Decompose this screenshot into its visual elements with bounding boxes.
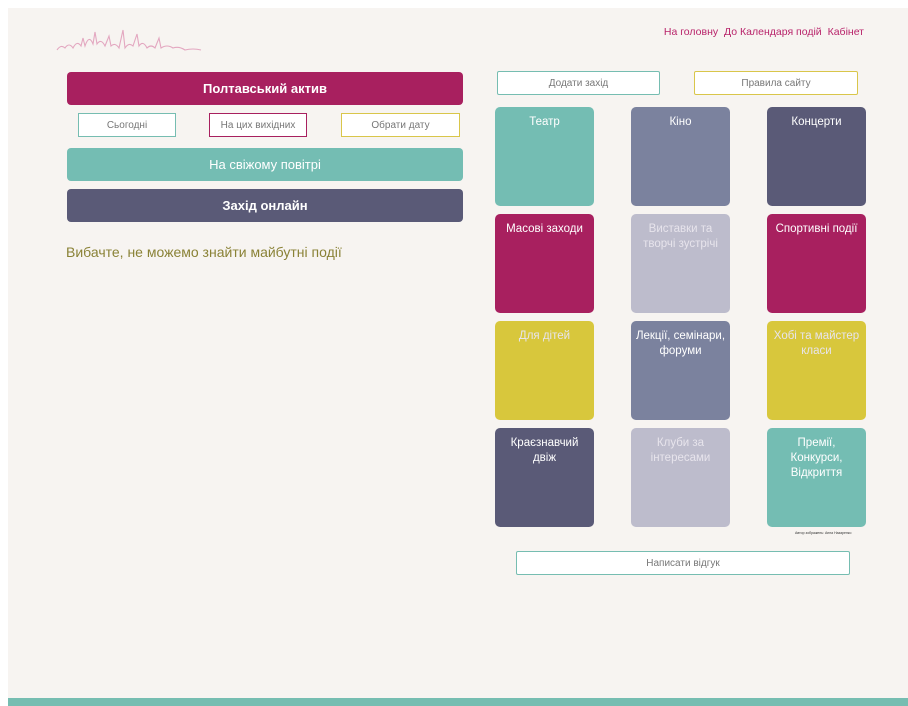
- category-tile[interactable]: Хобі та майстер класи: [767, 321, 866, 420]
- category-tile[interactable]: Виставки та творчі зустрічі: [631, 214, 730, 313]
- category-tile[interactable]: Кіно: [631, 107, 730, 206]
- filter-pick-date-button[interactable]: Обрати дату: [341, 113, 460, 137]
- add-event-button[interactable]: Додати захід: [497, 71, 660, 95]
- site-rules-button[interactable]: Правила сайту: [694, 71, 858, 95]
- category-tile[interactable]: Спортивні події: [767, 214, 866, 313]
- category-tile[interactable]: Премії, Конкурси, Відкриття: [767, 428, 866, 527]
- image-credit: Автор зображень: Анна Назаренко: [795, 531, 852, 535]
- city-skyline-logo[interactable]: [55, 26, 205, 54]
- online-event-button[interactable]: Захід онлайн: [67, 189, 463, 222]
- footer-bar: [8, 698, 908, 706]
- category-tile[interactable]: Краєзнавчий двіж: [495, 428, 594, 527]
- write-feedback-button[interactable]: Написати відгук: [516, 551, 850, 575]
- category-tile[interactable]: Концерти: [767, 107, 866, 206]
- nav-calendar-link[interactable]: До Календаря подій: [724, 26, 822, 38]
- top-navigation: На головну До Календаря подій Кабінет: [661, 26, 864, 38]
- filter-today-button[interactable]: Сьогодні: [78, 113, 176, 137]
- category-tile[interactable]: Клуби за інтересами: [631, 428, 730, 527]
- nav-home-link[interactable]: На головну: [664, 26, 718, 38]
- category-tile[interactable]: Лекції, семінари, форуми: [631, 321, 730, 420]
- nav-cabinet-link[interactable]: Кабінет: [828, 26, 864, 38]
- no-events-message: Вибачте, не можемо знайти майбутні події: [66, 244, 342, 260]
- outdoor-button[interactable]: На свіжому повітрі: [67, 148, 463, 181]
- poltava-active-button[interactable]: Полтавський актив: [67, 72, 463, 105]
- filter-weekend-button[interactable]: На цих вихідних: [209, 113, 307, 137]
- category-tile[interactable]: Масові заходи: [495, 214, 594, 313]
- category-tile[interactable]: Театр: [495, 107, 594, 206]
- category-tile[interactable]: Для дітей: [495, 321, 594, 420]
